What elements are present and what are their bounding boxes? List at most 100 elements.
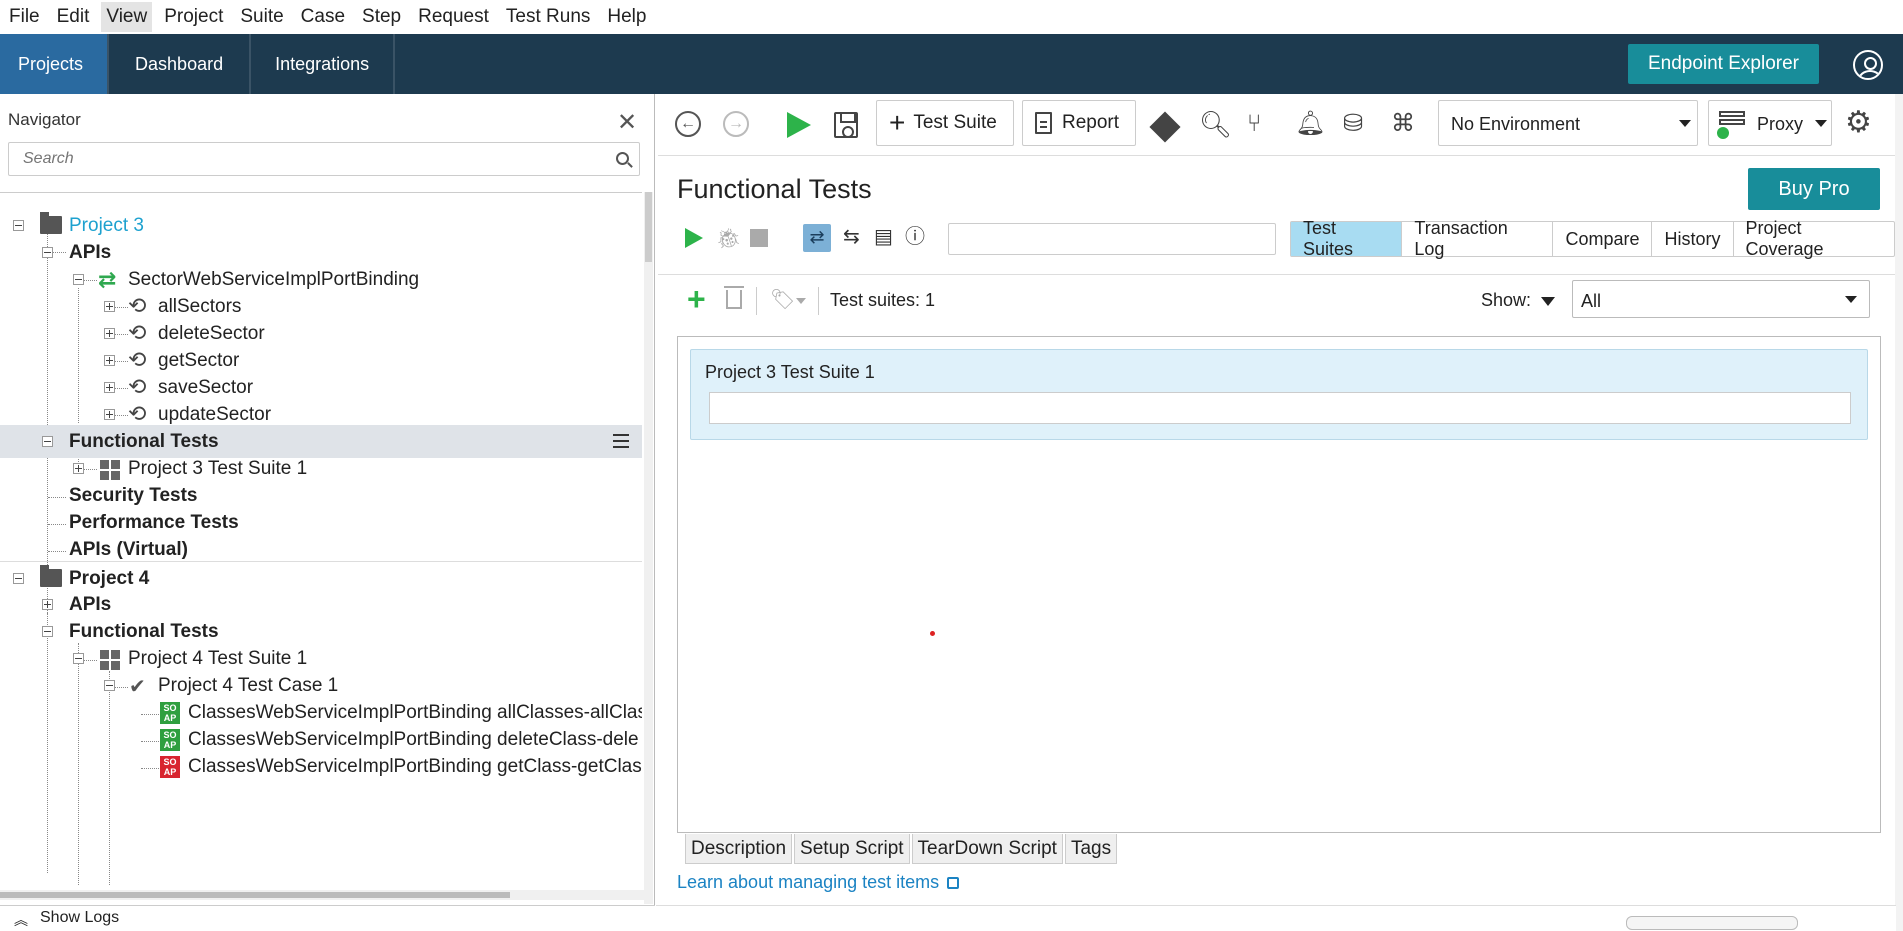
tree-item-label: Project 4 Test Suite 1 bbox=[128, 648, 308, 669]
save-icon[interactable] bbox=[834, 112, 858, 138]
chevron-down-icon[interactable] bbox=[796, 298, 806, 304]
status-strip bbox=[656, 905, 1896, 931]
gear-icon[interactable]: ⚙ bbox=[1845, 108, 1872, 138]
tab-test-suites[interactable]: Test Suites bbox=[1291, 218, 1403, 259]
menu-suite[interactable]: Suite bbox=[235, 2, 288, 32]
menu-view[interactable]: View bbox=[101, 2, 153, 32]
tree-item-label: Project 4 bbox=[69, 568, 150, 589]
back-icon[interactable]: ← bbox=[675, 111, 701, 137]
menu-help[interactable]: Help bbox=[602, 2, 651, 32]
test-suite-grid-icon bbox=[100, 460, 120, 480]
collapse-icon[interactable] bbox=[73, 274, 84, 285]
menu-icon[interactable] bbox=[613, 434, 629, 448]
tree-horizontal-scrollbar[interactable] bbox=[0, 890, 644, 900]
status-scroll-handle[interactable] bbox=[1626, 916, 1798, 930]
show-options-icon[interactable] bbox=[1541, 297, 1555, 306]
tag-icon[interactable]: 🏷︎ bbox=[770, 287, 795, 312]
tab-integrations[interactable]: Integrations bbox=[251, 34, 396, 94]
run-suite-icon[interactable] bbox=[685, 228, 703, 248]
tab-teardown-script[interactable]: TearDown Script bbox=[911, 834, 1063, 864]
tab-description[interactable]: Description bbox=[685, 834, 793, 864]
top-nav: Projects Dashboard Integrations Endpoint… bbox=[0, 34, 1903, 94]
tree-vertical-scrollbar[interactable] bbox=[644, 192, 653, 904]
expand-icon[interactable] bbox=[104, 301, 115, 312]
menu-request[interactable]: Request bbox=[413, 2, 494, 32]
menu-test-runs[interactable]: Test Runs bbox=[501, 2, 595, 32]
tab-project-coverage[interactable]: Project Coverage bbox=[1734, 218, 1895, 259]
tab-setup-script[interactable]: Setup Script bbox=[794, 834, 910, 864]
document-icon[interactable]: ▤ bbox=[874, 225, 893, 249]
user-account-icon[interactable] bbox=[1853, 50, 1883, 80]
tree-item-label: Project 3 Test Suite 1 bbox=[128, 458, 308, 479]
learn-more-link[interactable]: Learn about managing test items bbox=[677, 872, 960, 893]
collapse-icon[interactable] bbox=[73, 653, 84, 664]
environment-select[interactable]: No Environment bbox=[1438, 100, 1698, 146]
document-icon bbox=[1035, 112, 1052, 134]
stop-icon[interactable] bbox=[750, 229, 768, 247]
soap-icon: SO AP bbox=[160, 729, 180, 751]
run-icon[interactable] bbox=[787, 112, 811, 138]
expand-icon[interactable] bbox=[104, 328, 115, 339]
endpoint-explorer-button[interactable]: Endpoint Explorer bbox=[1627, 44, 1819, 84]
info-icon[interactable]: ⓘ bbox=[905, 225, 925, 249]
bell-icon[interactable]: 🔔︎ bbox=[1295, 110, 1325, 138]
collapse-icon[interactable] bbox=[42, 436, 53, 447]
inspect-icon[interactable]: 🔍︎ bbox=[1199, 110, 1232, 138]
menu-project[interactable]: Project bbox=[159, 2, 228, 32]
collapse-icon[interactable] bbox=[42, 626, 53, 637]
test-suite-name: Project 3 Test Suite 1 bbox=[705, 362, 875, 382]
test-suites-count: Test suites: 1 bbox=[830, 290, 936, 310]
environment-value: No Environment bbox=[1451, 114, 1581, 134]
forward-icon[interactable]: → bbox=[723, 111, 749, 137]
chevron-down-icon bbox=[1679, 120, 1691, 127]
menu-bar: File Edit View Project Suite Case Step R… bbox=[0, 0, 1903, 34]
network-icon[interactable]: ⌘ bbox=[1391, 110, 1415, 138]
report-button[interactable]: Report bbox=[1022, 100, 1136, 146]
soap-icon: SO AP bbox=[160, 702, 180, 724]
expand-icon[interactable] bbox=[104, 409, 115, 420]
tab-transaction-log[interactable]: Transaction Log bbox=[1402, 218, 1554, 259]
soap-icon: SO AP bbox=[160, 756, 180, 778]
database-icon[interactable]: ⛁ bbox=[1343, 110, 1363, 138]
tree-item-soap-step[interactable]: SO AP ClassesWebServiceImplPortBinding g… bbox=[0, 750, 642, 783]
expand-icon[interactable] bbox=[73, 463, 84, 474]
debug-bug-icon[interactable]: 🐞︎ bbox=[716, 226, 741, 251]
transfer-active-icon[interactable]: ⇄ bbox=[803, 224, 831, 252]
jira-diamond-icon[interactable] bbox=[1149, 111, 1181, 143]
filter-value: All bbox=[1581, 291, 1602, 311]
close-icon[interactable]: ✕ bbox=[617, 108, 637, 137]
tab-projects[interactable]: Projects bbox=[0, 34, 110, 94]
tab-compare[interactable]: Compare bbox=[1553, 222, 1653, 256]
navigator-search-input[interactable] bbox=[8, 142, 640, 176]
test-suite-card[interactable]: Project 3 Test Suite 1 bbox=[690, 349, 1868, 440]
folder-icon bbox=[40, 565, 62, 587]
add-icon[interactable]: + bbox=[687, 283, 706, 315]
add-test-suite-button[interactable]: + Test Suite bbox=[876, 100, 1014, 146]
show-logs-button[interactable]: ︽ Show Logs bbox=[0, 905, 655, 931]
collapse-icon[interactable] bbox=[42, 247, 53, 258]
collapse-icon[interactable] bbox=[13, 220, 24, 231]
collapse-icon[interactable] bbox=[13, 573, 24, 584]
trash-icon[interactable] bbox=[724, 286, 744, 309]
swap-arrows-icon[interactable]: ⇆ bbox=[843, 225, 860, 249]
proxy-button[interactable]: Proxy bbox=[1708, 100, 1832, 146]
tab-history[interactable]: History bbox=[1652, 222, 1734, 256]
expand-icon[interactable] bbox=[42, 599, 53, 610]
menu-file[interactable]: File bbox=[4, 2, 45, 32]
show-filter-select[interactable]: All bbox=[1572, 280, 1870, 318]
git-branch-icon[interactable]: ⑂ bbox=[1247, 110, 1261, 138]
navigator-title: Navigator bbox=[8, 110, 81, 129]
expand-icon[interactable] bbox=[104, 382, 115, 393]
buy-pro-button[interactable]: Buy Pro bbox=[1748, 168, 1880, 210]
menu-step[interactable]: Step bbox=[357, 2, 406, 32]
tab-dashboard[interactable]: Dashboard bbox=[109, 34, 252, 94]
search-icon[interactable] bbox=[616, 152, 629, 165]
expand-icon[interactable] bbox=[104, 355, 115, 366]
menu-edit[interactable]: Edit bbox=[52, 2, 95, 32]
collapse-icon[interactable] bbox=[104, 680, 115, 691]
tree-item-label: ClassesWebServiceImplPortBinding getClas… bbox=[188, 756, 642, 777]
tab-tags[interactable]: Tags bbox=[1064, 834, 1118, 864]
tree-item-label: ClassesWebServiceImplPortBinding deleteC… bbox=[188, 729, 639, 750]
sub-toolbar-input[interactable] bbox=[948, 223, 1276, 255]
menu-case[interactable]: Case bbox=[296, 2, 350, 32]
